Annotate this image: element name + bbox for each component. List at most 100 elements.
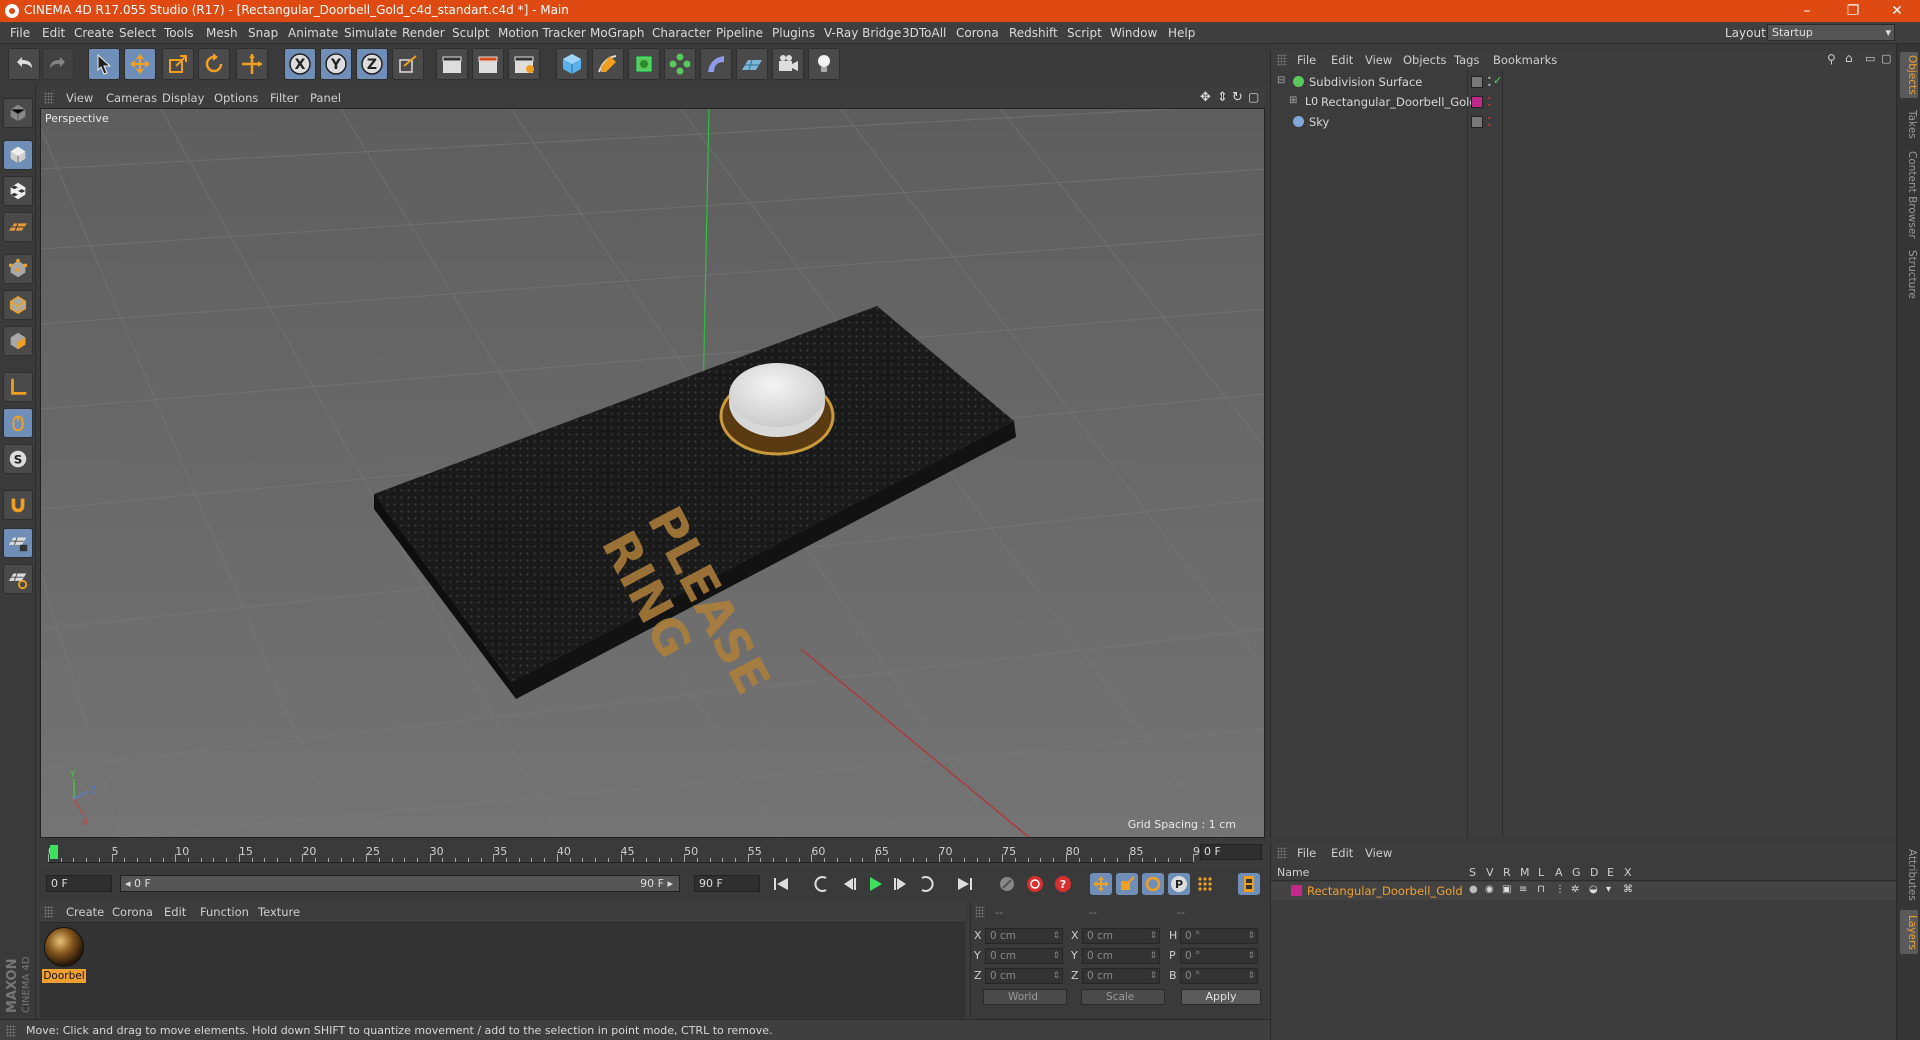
viewport-maximize-icon[interactable]: ▢ xyxy=(1248,90,1259,104)
snap-button[interactable] xyxy=(3,490,33,520)
rotation-p-field[interactable]: 0 ° xyxy=(1180,948,1258,964)
polygons-mode-button[interactable] xyxy=(3,326,33,356)
perspective-viewport[interactable]: PLEASE RING Y Z X Perspective Grid Spaci… xyxy=(40,108,1265,838)
header-name[interactable]: Name xyxy=(1277,866,1309,879)
rotation-b-field[interactable]: 0 ° xyxy=(1180,968,1258,984)
array-button[interactable] xyxy=(664,48,696,80)
tab-layers[interactable]: Layers xyxy=(1900,910,1918,954)
tab-takes[interactable]: Takes xyxy=(1900,106,1918,142)
object-row-doorbell[interactable]: ⊞ L0 Rectangular_Doorbell_Gold • • xyxy=(1271,92,1897,112)
menu-sculpt[interactable]: Sculpt xyxy=(452,26,489,40)
viewport-menu-view[interactable]: View xyxy=(66,91,93,105)
material-menu-corona[interactable]: Corona xyxy=(112,905,153,919)
pen-spline-button[interactable] xyxy=(592,48,624,80)
object-row-sky[interactable]: Sky • • xyxy=(1271,112,1897,132)
playhead-marker[interactable] xyxy=(50,845,58,859)
viewport-menu-cameras[interactable]: Cameras xyxy=(106,91,157,105)
position-z-field[interactable]: 0 cm xyxy=(985,968,1063,984)
y-axis-lock-button[interactable]: Y xyxy=(320,48,352,80)
close-button[interactable]: ✕ xyxy=(1874,0,1920,22)
lock-workplane-button[interactable] xyxy=(3,528,33,558)
objects-menu-tags[interactable]: Tags xyxy=(1454,53,1479,67)
transform-tool-button[interactable] xyxy=(236,48,268,80)
material-menu-texture[interactable]: Texture xyxy=(258,905,300,919)
size-mode-select[interactable]: Scale xyxy=(1081,989,1165,1005)
record-keys-button[interactable] xyxy=(996,873,1018,895)
menu-create[interactable]: Create xyxy=(74,26,114,40)
viewport-menu-panel[interactable]: Panel xyxy=(310,91,341,105)
viewport-nav-rotate-icon[interactable]: ↻ xyxy=(1232,90,1243,105)
live-selection-button[interactable] xyxy=(88,48,120,80)
display-tag-icon[interactable] xyxy=(1471,116,1483,128)
enabled-check-icon[interactable]: ✓ xyxy=(1493,74,1502,87)
visibility-dots-icon[interactable]: • • xyxy=(1487,115,1492,130)
workplane-button[interactable] xyxy=(3,212,33,242)
menu-mesh[interactable]: Mesh xyxy=(206,26,238,40)
header-deformers[interactable]: D xyxy=(1590,866,1598,879)
header-view[interactable]: V xyxy=(1486,866,1494,879)
timeline-ruler[interactable]: 051015202530354045505560657075808590 0 F xyxy=(40,840,1265,864)
objects-menu-objects[interactable]: Objects xyxy=(1403,53,1446,67)
menu-vray-bridge[interactable]: V-Ray Bridge xyxy=(824,26,901,40)
axis-mode-button[interactable] xyxy=(3,372,33,402)
menu-3dtoall[interactable]: 3DToAll xyxy=(902,26,946,40)
panel-grip[interactable] xyxy=(1277,54,1287,66)
viewport-nav-zoom-icon[interactable]: ⇕ xyxy=(1217,90,1228,105)
layer-solo-icon[interactable]: ● xyxy=(1469,884,1478,895)
header-animation[interactable]: A xyxy=(1555,866,1563,879)
position-y-field[interactable]: 0 cm xyxy=(985,948,1063,964)
menu-file[interactable]: File xyxy=(10,26,30,40)
tweak-mode-button[interactable] xyxy=(3,408,33,438)
points-mode-button[interactable] xyxy=(3,254,33,284)
point-level-button[interactable] xyxy=(1194,873,1216,895)
layout-select[interactable]: Startup xyxy=(1767,24,1895,41)
menu-character[interactable]: Character xyxy=(652,26,711,40)
floor-button[interactable] xyxy=(736,48,768,80)
play-button[interactable] xyxy=(864,873,886,895)
visibility-dots-icon[interactable]: • • xyxy=(1487,75,1492,90)
size-y-field[interactable]: 0 cm xyxy=(1082,948,1160,964)
menu-corona[interactable]: Corona xyxy=(956,26,999,40)
coordinate-system-button[interactable] xyxy=(392,48,424,80)
texture-mode-button[interactable] xyxy=(3,176,33,206)
layer-row[interactable]: Rectangular_Doorbell_Gold ● ◉ ▣ ≡ ⊓ ⋮ ✲ … xyxy=(1271,882,1897,900)
size-z-field[interactable]: 0 cm xyxy=(1082,968,1160,984)
collapse-icon[interactable]: ▭ xyxy=(1865,52,1875,65)
object-row-subdivision-surface[interactable]: ⊟ Subdivision Surface • • ✓ xyxy=(1271,72,1897,92)
menu-motion-tracker[interactable]: Motion Tracker xyxy=(498,26,586,40)
layer-color-swatch[interactable] xyxy=(1291,885,1302,896)
deformer-button[interactable] xyxy=(700,48,732,80)
redo-button[interactable] xyxy=(42,48,74,80)
menu-edit[interactable]: Edit xyxy=(42,26,65,40)
objects-menu-bookmarks[interactable]: Bookmarks xyxy=(1493,53,1557,67)
rotation-h-field[interactable]: 0 ° xyxy=(1180,928,1258,944)
camera-button[interactable] xyxy=(772,48,804,80)
menu-simulate[interactable]: Simulate xyxy=(344,26,397,40)
menu-window[interactable]: Window xyxy=(1110,26,1157,40)
preview-range-slider[interactable]: ◂ 0 F 90 F ▸ xyxy=(120,875,680,892)
menu-mograph[interactable]: MoGraph xyxy=(590,26,645,40)
menu-tools[interactable]: Tools xyxy=(164,26,194,40)
layers-menu-view[interactable]: View xyxy=(1365,846,1392,860)
menu-pipeline[interactable]: Pipeline xyxy=(716,26,763,40)
objects-menu-edit[interactable]: Edit xyxy=(1331,53,1353,67)
material-menu-create[interactable]: Create xyxy=(66,905,104,919)
make-editable-button[interactable] xyxy=(3,98,33,128)
tab-structure[interactable]: Structure xyxy=(1900,248,1918,300)
tab-attributes[interactable]: Attributes xyxy=(1900,844,1918,906)
menu-render[interactable]: Render xyxy=(402,26,445,40)
z-axis-lock-button[interactable]: Z xyxy=(356,48,388,80)
visibility-dots-icon[interactable]: • • xyxy=(1487,95,1492,110)
objects-menu-view[interactable]: View xyxy=(1365,53,1392,67)
scale-track-button[interactable] xyxy=(1116,873,1138,895)
planar-workplane-button[interactable] xyxy=(3,564,33,594)
edges-mode-button[interactable] xyxy=(3,290,33,320)
layer-generator-icon[interactable]: ✲ xyxy=(1571,884,1579,895)
menu-snap[interactable]: Snap xyxy=(248,26,278,40)
move-tool-button[interactable] xyxy=(124,48,156,80)
layer-animation-icon[interactable]: ⋮ xyxy=(1555,884,1565,895)
column-divider[interactable] xyxy=(1467,70,1468,838)
current-frame-field[interactable]: 0 F xyxy=(1200,844,1262,860)
keyframe-selection-button[interactable]: ? xyxy=(1052,873,1074,895)
material-preview-sphere[interactable] xyxy=(44,927,84,967)
